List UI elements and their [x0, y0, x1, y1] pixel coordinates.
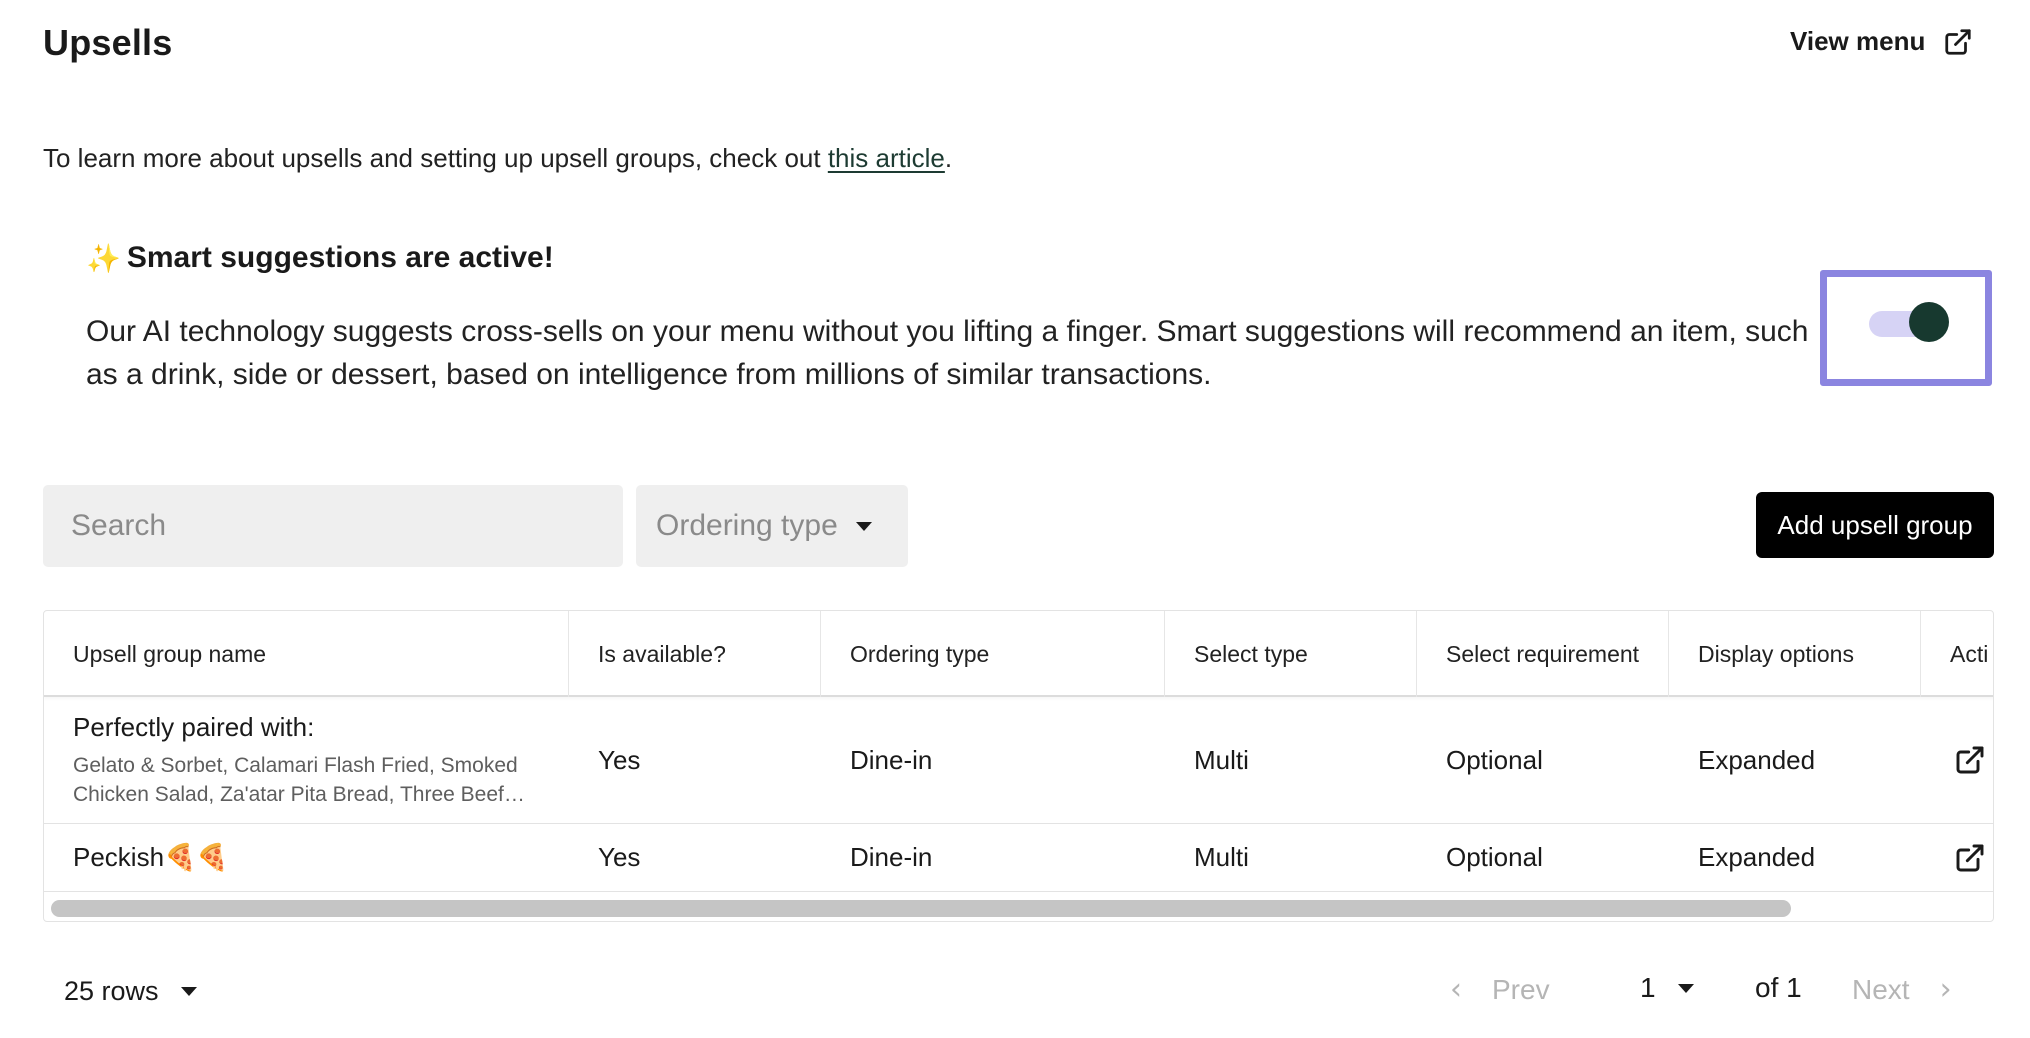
column-header-display-options[interactable]: Display options — [1669, 611, 1921, 697]
article-link[interactable]: this article — [828, 143, 945, 173]
add-upsell-group-button[interactable]: Add upsell group — [1756, 492, 1994, 558]
table-row[interactable]: Perfectly paired with: Gelato & Sorbet, … — [44, 697, 1993, 824]
view-menu-label: View menu — [1790, 26, 1926, 56]
actions-cell — [1921, 697, 1993, 823]
ordering-type-cell: Dine-in — [850, 744, 933, 775]
table-row[interactable]: Peckish🍕🍕 Yes Dine-in Multi Optional Exp… — [44, 824, 1993, 892]
sparkles-icon: ✨ — [86, 242, 121, 274]
select-requirement-cell: Optional — [1446, 744, 1543, 775]
caret-down-icon — [180, 987, 197, 996]
next-page-button[interactable]: Next › — [1852, 972, 1952, 1007]
select-type-cell: Multi — [1194, 842, 1249, 872]
column-header-actions[interactable]: Acti — [1921, 611, 1993, 697]
external-link-icon[interactable] — [1954, 842, 1986, 874]
rows-per-page-select[interactable]: 25 rows — [64, 976, 197, 1007]
chevron-right-icon: › — [1939, 972, 1952, 1007]
smart-suggestions-toggle[interactable] — [1869, 302, 1949, 342]
external-link-icon[interactable] — [1954, 744, 1986, 776]
view-menu-link[interactable]: View menu — [1790, 26, 1973, 57]
upsell-groups-table: Upsell group name Is available? Ordering… — [43, 610, 1994, 922]
column-header-ordering-type[interactable]: Ordering type — [821, 611, 1165, 697]
upsell-group-name: Perfectly paired with: — [73, 711, 315, 742]
caret-down-icon — [1677, 983, 1694, 993]
page-number-select[interactable]: 1 — [1640, 972, 1694, 1004]
available-cell: Yes — [598, 744, 641, 775]
next-label: Next — [1852, 973, 1910, 1005]
column-header-select-requirement[interactable]: Select requirement — [1417, 611, 1669, 697]
table-header-row: Upsell group name Is available? Ordering… — [44, 611, 1993, 697]
search-input[interactable] — [43, 485, 623, 567]
smart-suggestions-heading: Smart suggestions are active! — [126, 241, 554, 274]
page-total: of 1 — [1755, 972, 1802, 1003]
horizontal-scrollbar[interactable] — [51, 900, 1791, 917]
ordering-type-select[interactable]: Ordering type — [636, 485, 908, 567]
upsell-group-items: Gelato & Sorbet, Calamari Flash Fried, S… — [73, 753, 525, 806]
display-options-cell: Expanded — [1698, 744, 1816, 775]
current-page: 1 — [1640, 972, 1656, 1003]
smart-suggestions-title: ✨ Smart suggestions are active! — [86, 241, 554, 275]
upsell-group-name-cell: Perfectly paired with: Gelato & Sorbet, … — [44, 697, 569, 823]
column-header-available[interactable]: Is available? — [569, 611, 821, 697]
prev-page-button[interactable]: ‹ Prev — [1450, 972, 1550, 1007]
prev-label: Prev — [1492, 973, 1550, 1005]
smart-suggestions-toggle-highlight — [1820, 270, 1992, 386]
ordering-type-cell: Dine-in — [850, 842, 933, 872]
toggle-knob[interactable] — [1909, 302, 1949, 342]
intro-text-before: To learn more about upsells and setting … — [43, 143, 828, 173]
chevron-left-icon: ‹ — [1450, 972, 1462, 1007]
upsell-group-name: Peckish🍕🍕 — [73, 842, 229, 872]
intro-text: To learn more about upsells and setting … — [43, 143, 952, 174]
select-type-cell: Multi — [1194, 744, 1249, 775]
ordering-type-placeholder: Ordering type — [656, 509, 838, 542]
column-header-name[interactable]: Upsell group name — [44, 611, 569, 697]
caret-down-icon — [855, 521, 872, 531]
rows-per-page-label: 25 rows — [64, 976, 159, 1006]
page-title: Upsells — [43, 22, 173, 63]
display-options-cell: Expanded — [1698, 842, 1816, 872]
external-link-icon — [1945, 28, 1971, 55]
smart-suggestions-description: Our AI technology suggests cross-sells o… — [86, 315, 1809, 391]
select-requirement-cell: Optional — [1446, 842, 1543, 872]
column-header-select-type[interactable]: Select type — [1165, 611, 1417, 697]
available-cell: Yes — [598, 842, 641, 872]
actions-cell — [1921, 824, 1993, 891]
intro-text-after: . — [944, 143, 953, 173]
